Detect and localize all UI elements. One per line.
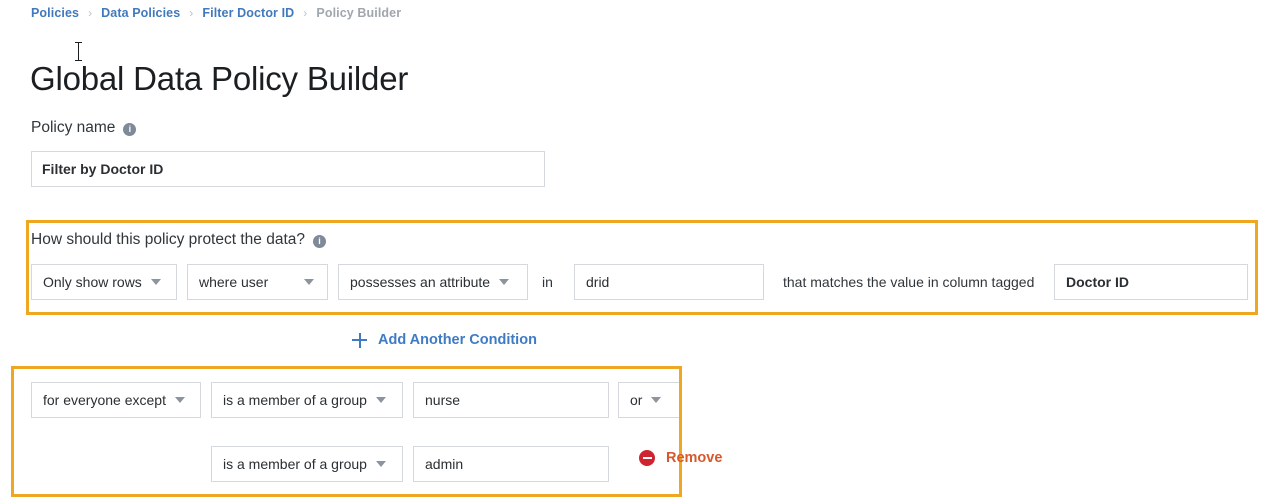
protect-attribute-input[interactable] [574,264,764,300]
breadcrumb-item-policy-builder: Policy Builder [316,6,402,20]
group-membership-select-2-value: is a member of a group [223,456,367,472]
group-membership-select-1-value: is a member of a group [223,392,367,408]
group-operator-select[interactable]: or [618,382,680,418]
group-value-input-1[interactable] [413,382,609,418]
add-another-condition-label: Add Another Condition [378,332,537,348]
chevron-down-icon [651,397,662,403]
protect-column-tag-input[interactable] [1054,264,1248,300]
chevron-down-icon [304,279,314,285]
protect-subject-select-value: where user [199,274,269,290]
group-scope-select[interactable]: for everyone except [31,382,201,418]
breadcrumb-item-filter-doctor-id[interactable]: Filter Doctor ID [202,6,294,20]
policy-name-label: Policy name i [31,119,137,137]
chevron-down-icon [150,279,161,285]
info-icon[interactable]: i [313,234,326,248]
text-cursor-icon [75,42,82,61]
plus-icon [352,332,367,348]
group-operator-select-clip: or [618,382,680,418]
protect-match-text: that matches the value in column tagged [783,274,1035,290]
page-title: Global Data Policy Builder [30,60,409,98]
minus-circle-icon [639,450,655,466]
protect-subject-select[interactable]: where user [187,264,328,300]
group-membership-select-1[interactable]: is a member of a group [211,382,403,418]
chevron-down-icon [174,397,185,403]
protect-joiner-text: in [542,274,553,290]
protect-predicate-select-value: possesses an attribute [350,274,491,290]
protect-predicate-select[interactable]: possesses an attribute [338,264,528,300]
protect-action-select-value: Only show rows [43,274,142,290]
group-membership-select-2[interactable]: is a member of a group [211,446,403,482]
protect-action-select[interactable]: Only show rows [31,264,177,300]
remove-condition-button[interactable]: Remove [639,450,722,466]
protect-question-text: How should this policy protect the data? [31,231,305,248]
breadcrumb-item-policies[interactable]: Policies [31,6,79,20]
policy-name-label-text: Policy name [31,119,116,136]
breadcrumb: Policies › Data Policies › Filter Doctor… [31,6,401,20]
breadcrumb-item-data-policies[interactable]: Data Policies [101,6,180,20]
group-operator-select-value: or [630,392,643,408]
info-icon[interactable]: i [123,122,137,136]
group-value-input-2[interactable] [413,446,609,482]
breadcrumb-separator: › [189,6,194,20]
remove-condition-label: Remove [666,450,723,466]
chevron-down-icon [375,461,386,467]
add-another-condition-button[interactable]: Add Another Condition [352,332,537,348]
group-scope-select-value: for everyone except [43,392,166,408]
policy-name-input[interactable] [31,151,545,187]
breadcrumb-separator: › [88,6,93,20]
protect-question-label: How should this policy protect the data?… [31,231,326,249]
chevron-down-icon [375,397,386,403]
chevron-down-icon [499,279,510,285]
breadcrumb-separator: › [303,6,308,20]
